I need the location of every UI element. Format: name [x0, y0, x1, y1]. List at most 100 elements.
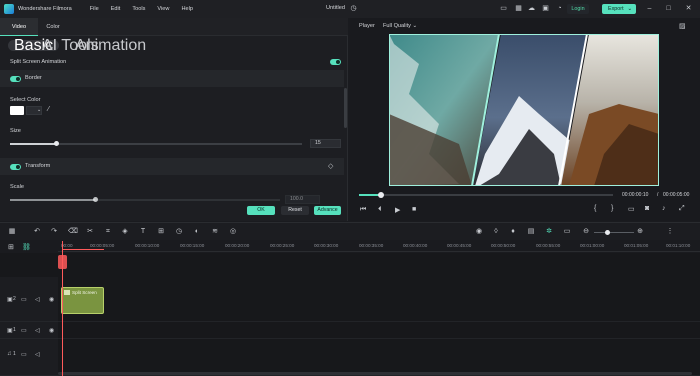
text-icon[interactable]: T: [139, 228, 147, 236]
eye-icon[interactable]: ◉: [49, 296, 54, 303]
video-preview[interactable]: [389, 34, 659, 186]
filmora-logo-icon: [4, 4, 14, 14]
color-icon[interactable]: ◐: [193, 228, 201, 236]
zoom-slider-track[interactable]: [594, 232, 634, 233]
stabilize-icon[interactable]: ◎: [229, 228, 237, 236]
crop-icon[interactable]: ⌗: [104, 228, 112, 236]
color-swatch[interactable]: [10, 106, 24, 115]
ruler-tick: 00:01:05:00: [624, 243, 649, 248]
maximize-icon[interactable]: □: [664, 4, 673, 13]
cloud-icon[interactable]: ☁: [527, 4, 536, 13]
play-icon[interactable]: ▶: [395, 206, 400, 214]
timeline-clip[interactable]: Split Screen: [61, 287, 104, 314]
link-icon[interactable]: ⛓: [22, 243, 31, 251]
mark-in-icon[interactable]: {: [594, 205, 596, 212]
panel-scrollbar[interactable]: [344, 88, 347, 128]
grid-icon[interactable]: ▦: [514, 4, 523, 13]
mark-out-icon[interactable]: }: [611, 205, 613, 212]
timeline-ruler[interactable]: 00:00 00:00:05:00 00:00:10:00 00:00:15:0…: [58, 240, 700, 252]
border-section-header: Border: [0, 70, 344, 87]
speaker-icon[interactable]: ◁: [35, 351, 40, 358]
player-label: Player: [359, 23, 375, 29]
total-time: 00:00:05:00: [663, 192, 690, 198]
video-track-1[interactable]: [58, 322, 700, 339]
tab-video[interactable]: Video: [0, 18, 38, 36]
transform-section-header: Transform ◇: [0, 158, 344, 175]
bell-icon[interactable]: ◔: [555, 4, 564, 13]
fullscreen-icon[interactable]: ⤢: [679, 205, 685, 213]
track-number: 1: [13, 351, 16, 357]
track-settings-icon[interactable]: ▭: [563, 228, 571, 236]
folder-icon[interactable]: ▭: [21, 327, 27, 334]
gift-icon[interactable]: ▣: [541, 4, 550, 13]
diamond-keyframe-icon[interactable]: ◇: [328, 162, 333, 170]
subtab-animation[interactable]: Animation: [69, 38, 152, 54]
zoom-slider-knob[interactable]: [605, 230, 610, 235]
zoom-in-icon[interactable]: ⊕: [636, 228, 644, 236]
scale-input[interactable]: 100.0: [285, 195, 320, 204]
menu-tools[interactable]: Tools: [132, 6, 145, 12]
audio-track-1[interactable]: [58, 339, 700, 376]
menu-help[interactable]: Help: [181, 6, 193, 12]
undo-icon[interactable]: ↶: [33, 228, 41, 236]
reset-button[interactable]: Reset: [281, 206, 309, 215]
camera-icon[interactable]: ◙: [645, 205, 649, 212]
layout-grid-icon[interactable]: ▦: [8, 228, 16, 236]
split-screen-toggle[interactable]: [330, 59, 341, 65]
video-track-2[interactable]: [58, 277, 700, 322]
menu-edit[interactable]: Edit: [111, 6, 121, 12]
login-button[interactable]: Login: [567, 4, 589, 14]
playhead-handle[interactable]: [58, 255, 67, 269]
transform-label: Transform: [25, 163, 51, 169]
tab-color[interactable]: Color: [38, 18, 68, 36]
more-options-icon[interactable]: ⋮: [666, 228, 674, 236]
delete-icon[interactable]: ⌫: [68, 228, 78, 236]
color-dropdown[interactable]: ⌄: [26, 106, 42, 115]
select-color-label: Select Color: [10, 97, 41, 103]
eye-icon[interactable]: ◉: [49, 327, 54, 334]
video-track-icon: ▣: [7, 297, 13, 303]
add-track-icon[interactable]: ⊞: [8, 243, 14, 251]
zoom-out-icon[interactable]: ⊖: [582, 228, 590, 236]
snapshot-image-icon[interactable]: ▨: [679, 22, 686, 30]
snap-icon[interactable]: ✲: [545, 228, 553, 236]
border-toggle[interactable]: [10, 76, 21, 82]
stop-icon[interactable]: ■: [412, 206, 416, 213]
redo-icon[interactable]: ↷: [50, 228, 58, 236]
timeline-scrollbar[interactable]: [58, 372, 692, 375]
volume-icon[interactable]: ♪: [662, 205, 666, 212]
size-slider-knob[interactable]: [54, 141, 59, 146]
display-icon[interactable]: ▭: [628, 205, 635, 213]
microphone-icon[interactable]: ♦: [509, 228, 517, 236]
ai-icon[interactable]: ▤: [527, 228, 535, 236]
monitor-icon[interactable]: ▭: [499, 4, 508, 13]
split-scissors-icon[interactable]: ✂: [86, 228, 94, 236]
transform-toggle[interactable]: [10, 164, 21, 170]
step-back-icon[interactable]: ⏴: [378, 206, 382, 214]
speaker-icon[interactable]: ◁: [35, 296, 40, 303]
menu-view[interactable]: View: [157, 6, 169, 12]
adjust-icon[interactable]: ⊞: [157, 228, 165, 236]
clock-icon[interactable]: ◷: [349, 4, 358, 13]
previous-frame-icon[interactable]: ⏮: [360, 206, 366, 214]
ok-button[interactable]: OK: [247, 206, 275, 215]
size-input[interactable]: 15: [310, 139, 341, 148]
close-icon[interactable]: ✕: [684, 4, 693, 13]
advance-button[interactable]: Advance: [314, 206, 341, 215]
playback-scrubber[interactable]: [378, 192, 384, 198]
shield-icon[interactable]: ◊: [492, 228, 500, 236]
eyedropper-icon[interactable]: ⁄: [48, 106, 49, 113]
minimize-icon[interactable]: –: [645, 4, 654, 13]
tag-icon[interactable]: ◈: [121, 228, 129, 236]
render-icon[interactable]: ◉: [475, 228, 483, 236]
folder-icon[interactable]: ▭: [21, 296, 27, 303]
folder-icon[interactable]: ▭: [21, 351, 27, 358]
audio-icon[interactable]: ≋: [211, 228, 219, 236]
speed-icon[interactable]: ◷: [175, 228, 183, 236]
quality-dropdown[interactable]: Full Quality ⌄: [383, 23, 417, 29]
menu-file[interactable]: File: [90, 6, 99, 12]
scale-slider-knob[interactable]: [93, 197, 98, 202]
speaker-icon[interactable]: ◁: [35, 327, 40, 334]
playback-progress-track[interactable]: [359, 194, 613, 196]
export-button[interactable]: Export ⌄: [602, 4, 636, 14]
